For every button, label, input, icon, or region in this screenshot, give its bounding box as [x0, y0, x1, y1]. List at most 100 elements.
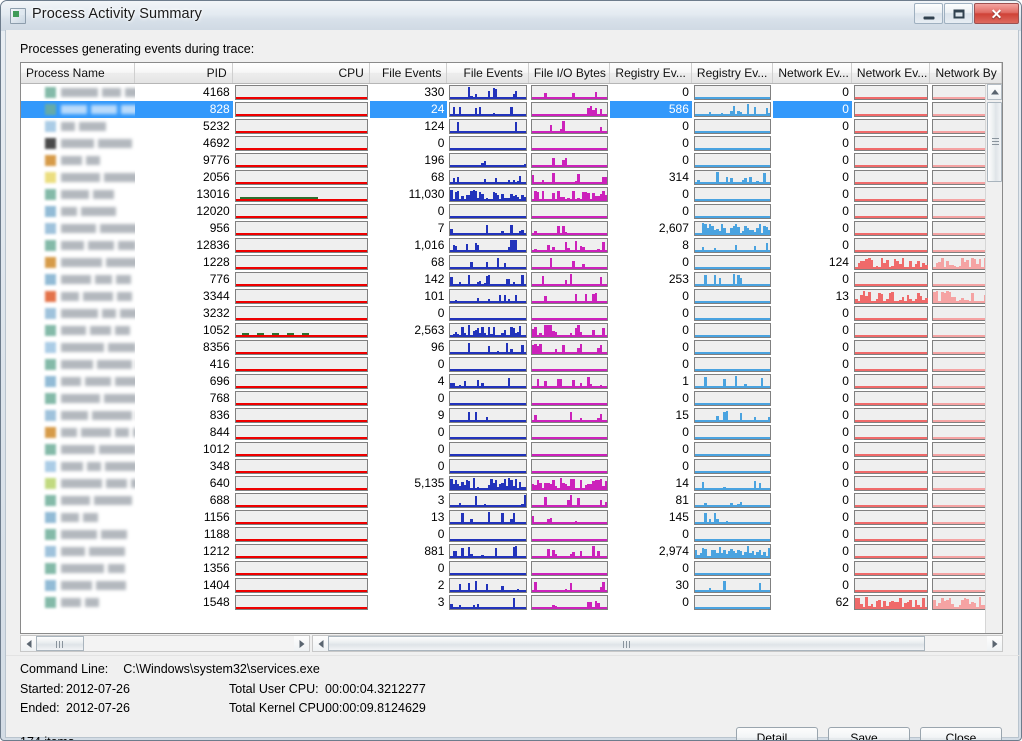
save-button-label: ave... [858, 731, 887, 741]
table-row[interactable]: 828245860 [21, 101, 1002, 118]
column-header[interactable]: Network Ev... [773, 63, 852, 83]
column-header[interactable]: File Events [447, 63, 529, 83]
process-name-cell[interactable] [21, 186, 135, 203]
process-name-cell[interactable] [21, 509, 135, 526]
table-row[interactable]: 416833000 [21, 84, 1002, 101]
table-row[interactable]: 768000 [21, 390, 1002, 407]
process-name-cell[interactable] [21, 526, 135, 543]
grid-scroll-track[interactable] [328, 636, 987, 651]
process-name-cell[interactable] [21, 237, 135, 254]
column-header[interactable]: File Events [370, 63, 448, 83]
file-events-graph-cell [447, 305, 529, 322]
vertical-scrollbar[interactable] [985, 84, 1002, 633]
process-name-cell[interactable] [21, 407, 135, 424]
grid-scroll-right-button[interactable] [987, 636, 1002, 651]
process-name-cell[interactable] [21, 135, 135, 152]
table-row[interactable]: 15483062 [21, 594, 1002, 611]
table-row[interactable]: 696410 [21, 373, 1002, 390]
close-button[interactable]: ✕ [974, 3, 1019, 24]
table-row[interactable]: 3344101013 [21, 288, 1002, 305]
table-row[interactable]: 12020000 [21, 203, 1002, 220]
table-row[interactable]: 4692000 [21, 135, 1002, 152]
process-name-cell[interactable] [21, 288, 135, 305]
table-row[interactable]: 2056683140 [21, 169, 1002, 186]
name-column-scrollbar[interactable] [20, 635, 310, 652]
process-name-cell[interactable] [21, 118, 135, 135]
process-name-cell[interactable] [21, 203, 135, 220]
column-header[interactable]: PID [135, 63, 232, 83]
process-name-cell[interactable] [21, 339, 135, 356]
table-row[interactable]: 10522,56300 [21, 322, 1002, 339]
table-row[interactable]: 6405,135140 [21, 475, 1002, 492]
process-name-cell[interactable] [21, 84, 135, 101]
table-row[interactable]: 128361,01680 [21, 237, 1002, 254]
process-name-cell[interactable] [21, 152, 135, 169]
process-name-cell[interactable] [21, 373, 135, 390]
table-row[interactable]: 95672,6070 [21, 220, 1002, 237]
process-name-cell[interactable] [21, 424, 135, 441]
process-name-cell[interactable] [21, 169, 135, 186]
process-name-cell[interactable] [21, 356, 135, 373]
process-name-text [61, 275, 135, 284]
table-row[interactable]: 8369150 [21, 407, 1002, 424]
process-name-cell[interactable] [21, 220, 135, 237]
file-events-cell: 7 [370, 220, 448, 237]
table-row[interactable]: 12128812,9740 [21, 543, 1002, 560]
process-name-cell[interactable] [21, 458, 135, 475]
column-header[interactable]: Process Name [21, 63, 135, 83]
process-name-cell[interactable] [21, 254, 135, 271]
table-row[interactable]: 6883810 [21, 492, 1002, 509]
process-name-cell[interactable] [21, 322, 135, 339]
name-scroll-right-button[interactable] [294, 636, 309, 651]
column-header[interactable]: File I/O Bytes [529, 63, 611, 83]
detail-button[interactable]: Detail... [736, 727, 818, 741]
process-name-cell[interactable] [21, 101, 135, 118]
table-row[interactable]: 1228680124 [21, 254, 1002, 271]
table-row[interactable]: 3232000 [21, 305, 1002, 322]
table-row[interactable]: 977619600 [21, 152, 1002, 169]
process-name-cell[interactable] [21, 492, 135, 509]
table-row[interactable]: 1356000 [21, 560, 1002, 577]
table-row[interactable]: 416000 [21, 356, 1002, 373]
table-row[interactable]: 14042300 [21, 577, 1002, 594]
process-name-cell[interactable] [21, 560, 135, 577]
name-scroll-left-button[interactable] [21, 636, 36, 651]
grid-scrollbar[interactable] [312, 635, 1003, 652]
pid-cell: 8356 [135, 339, 232, 356]
column-header[interactable]: Registry Ev... [692, 63, 774, 83]
close-dialog-button[interactable]: Close [920, 727, 1002, 741]
grid-scroll-left-button[interactable] [313, 636, 328, 651]
scroll-up-button[interactable] [987, 84, 1002, 100]
process-name-cell[interactable] [21, 475, 135, 492]
vertical-scroll-thumb[interactable] [987, 102, 1002, 182]
table-row[interactable]: 1012000 [21, 441, 1002, 458]
name-scroll-track[interactable] [36, 636, 294, 651]
process-name-cell[interactable] [21, 543, 135, 560]
process-name-cell[interactable] [21, 305, 135, 322]
maximize-button[interactable] [944, 3, 973, 24]
process-name-cell[interactable] [21, 577, 135, 594]
process-name-cell[interactable] [21, 594, 135, 611]
table-row[interactable]: 7761422530 [21, 271, 1002, 288]
table-row[interactable]: 1188000 [21, 526, 1002, 543]
save-button[interactable]: Save... [828, 727, 910, 741]
network-events-graph-cell [852, 492, 931, 509]
table-row[interactable]: 523212400 [21, 118, 1002, 135]
process-name-cell[interactable] [21, 390, 135, 407]
table-row[interactable]: 83569600 [21, 339, 1002, 356]
column-header[interactable]: CPU [233, 63, 370, 83]
column-header[interactable]: Network Ev... [852, 63, 931, 83]
column-header[interactable]: Network By [930, 63, 1002, 83]
column-header[interactable]: Registry Ev... [610, 63, 692, 83]
process-icon [45, 410, 56, 421]
table-row[interactable]: 1301611,03000 [21, 186, 1002, 203]
grid-scroll-thumb[interactable] [328, 636, 925, 651]
name-scroll-thumb[interactable] [36, 636, 84, 651]
minimize-button[interactable] [914, 3, 943, 24]
process-name-cell[interactable] [21, 271, 135, 288]
file-events-graph-cell [447, 441, 529, 458]
table-row[interactable]: 348000 [21, 458, 1002, 475]
process-name-cell[interactable] [21, 441, 135, 458]
table-row[interactable]: 844000 [21, 424, 1002, 441]
table-row[interactable]: 1156131450 [21, 509, 1002, 526]
